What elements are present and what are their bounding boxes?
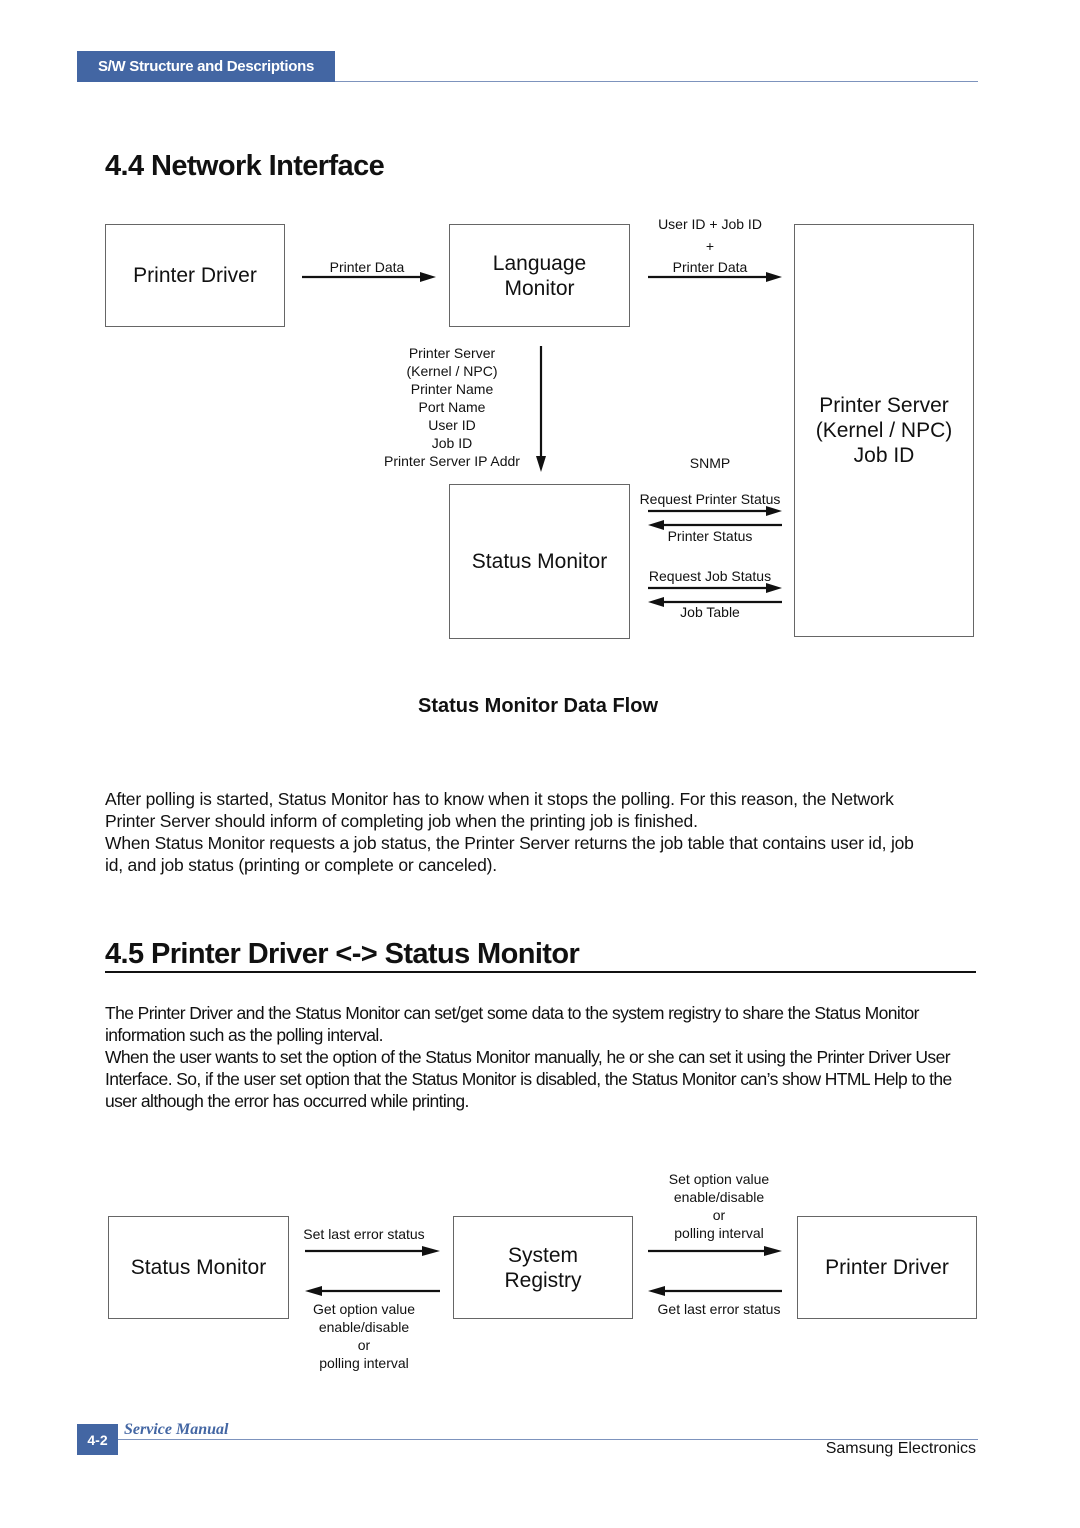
company-name: Samsung Electronics [825,1440,976,1457]
page-number: 4-2 [77,1424,118,1455]
arrow-set-option-value [648,1246,782,1256]
paragraph: When the user wants to set the option of… [105,1047,952,1111]
arrow-set-last-error-status [305,1246,440,1256]
arrow-language-monitor-to-server [648,272,782,282]
system-registry-box: System Registry [453,1216,633,1319]
arrow-get-last-error-status [648,1286,782,1296]
arrow-get-option-value [305,1286,440,1296]
get-option-value-label: Get option value enable/disable or polli… [313,1301,415,1371]
arrow-request-job-status [648,583,782,593]
status-monitor-box-2: Status Monitor [108,1216,289,1319]
paragraph: After polling is started, Status Monitor… [105,789,894,831]
section-4-5-body: The Printer Driver and the Status Monito… [105,1002,980,1112]
arrow-language-monitor-to-status-monitor [536,346,546,472]
paragraph: When Status Monitor requests a job statu… [105,833,914,875]
arrow-driver-to-language-monitor [302,272,436,282]
printer-driver-box-2: Printer Driver [797,1216,977,1319]
arrow-job-table [648,597,782,607]
section-4-5-title: 4.5 Printer Driver <-> Status Monitor [105,938,580,970]
paragraph: The Printer Driver and the Status Monito… [105,1003,919,1045]
service-manual-label: Service Manual [124,1421,229,1438]
set-last-error-status-label: Set last error status [303,1226,425,1242]
arrow-printer-status [648,520,782,530]
section-4-4-body: After polling is started, Status Monitor… [105,788,935,876]
set-option-value-label: Set option value enable/disable or polli… [668,1171,770,1241]
arrow-request-printer-status [648,506,782,516]
section-4-5-rule [105,971,976,973]
get-last-error-status-label: Get last error status [657,1301,781,1317]
diagram-caption: Status Monitor Data Flow [418,695,658,717]
